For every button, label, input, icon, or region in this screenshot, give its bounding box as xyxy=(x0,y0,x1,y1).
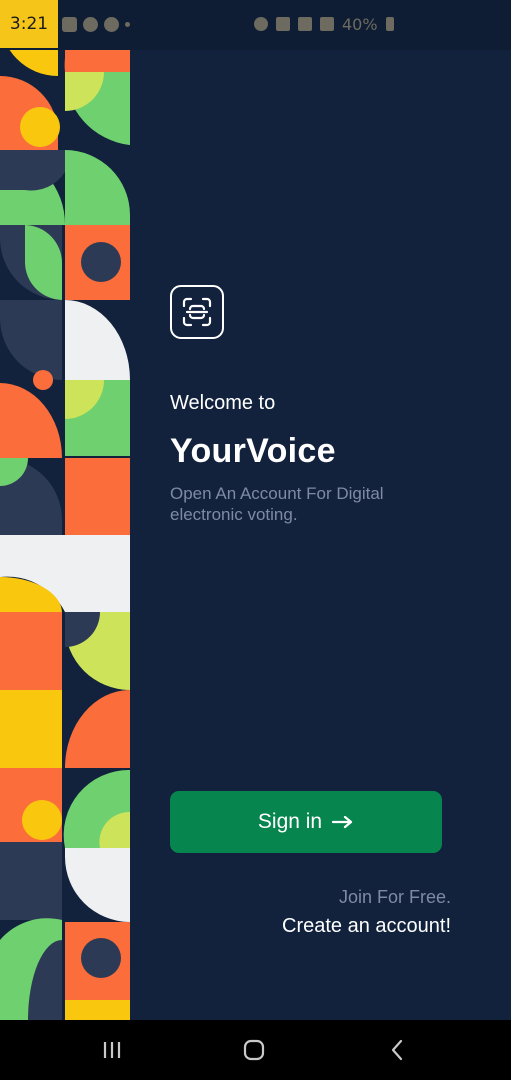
back-icon[interactable] xyxy=(385,1038,411,1062)
notification-icon xyxy=(104,16,119,32)
navigation-bar xyxy=(0,1020,511,1080)
notification-icons xyxy=(62,14,130,34)
app-logo xyxy=(170,285,224,339)
subtitle: Open An Account For Digital electronic v… xyxy=(170,484,384,524)
battery-icon xyxy=(385,17,394,31)
arrow-right-icon xyxy=(332,815,353,829)
decorative-pattern xyxy=(0,0,130,1020)
status-bar: 3:21 40% xyxy=(0,0,511,50)
system-icons: 40% xyxy=(254,14,394,34)
app-title: YourVoice xyxy=(170,432,336,470)
battery-percent: 40% xyxy=(342,14,378,34)
scan-icon xyxy=(182,297,212,327)
notification-icon xyxy=(62,16,77,32)
home-icon[interactable] xyxy=(241,1038,267,1062)
whatsapp-icon xyxy=(83,16,98,32)
create-account-link[interactable]: Create an account! xyxy=(282,915,451,938)
more-notifications-icon xyxy=(125,21,130,27)
signal-icon xyxy=(320,17,334,31)
sign-in-label: Sign in xyxy=(257,810,323,833)
mute-icon xyxy=(276,17,290,31)
sign-in-button[interactable]: Sign in xyxy=(170,791,442,853)
recents-icon[interactable] xyxy=(99,1038,125,1062)
wifi-icon xyxy=(298,17,312,31)
welcome-text: Welcome to xyxy=(170,392,276,414)
status-time: 3:21 xyxy=(0,0,58,48)
join-for-free-text: Join For Free. xyxy=(338,887,451,907)
alarm-icon xyxy=(254,17,268,31)
